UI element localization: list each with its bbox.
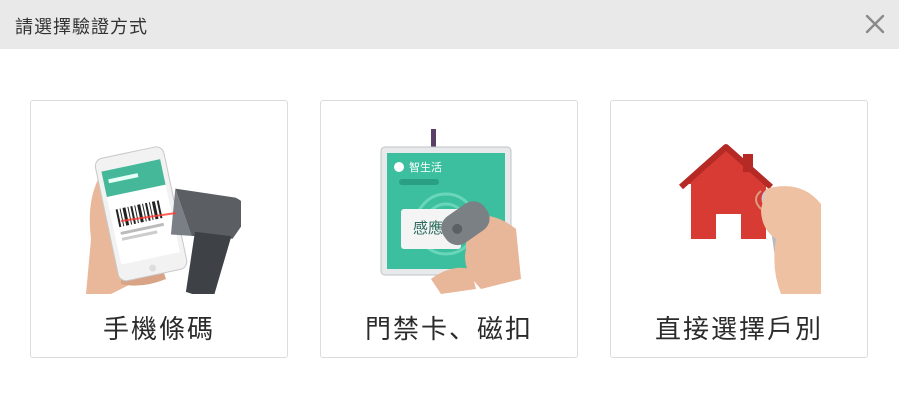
option-label: 直接選擇戶別 xyxy=(654,315,823,345)
card-brand-text: 智生活 xyxy=(409,160,442,174)
phone-barcode-scanner-illustration xyxy=(86,146,241,294)
access-card-keyfob-illustration: 智生活 感應區 xyxy=(380,129,521,294)
verification-options: 手機條碼 智生活 感應區 門禁卡、磁扣 直接選擇戶別 xyxy=(0,100,899,360)
option-label: 門禁卡、磁扣 xyxy=(364,315,533,345)
option-access-card[interactable]: 智生活 感應區 門禁卡、磁扣 xyxy=(320,100,578,358)
verification-dialog: 請選擇驗證方式 手機條碼 智生活 感應區 門禁卡、磁扣 直接選擇戶別 xyxy=(0,0,899,410)
dialog-header: 請選擇驗證方式 xyxy=(0,0,899,49)
close-icon[interactable] xyxy=(863,12,887,36)
option-label: 手機條碼 xyxy=(102,315,215,345)
option-phone-barcode[interactable]: 手機條碼 xyxy=(30,100,288,358)
house-keychain-illustration xyxy=(679,144,821,294)
option-select-household[interactable]: 直接選擇戶別 xyxy=(610,100,868,358)
dialog-title: 請選擇驗證方式 xyxy=(15,17,148,38)
